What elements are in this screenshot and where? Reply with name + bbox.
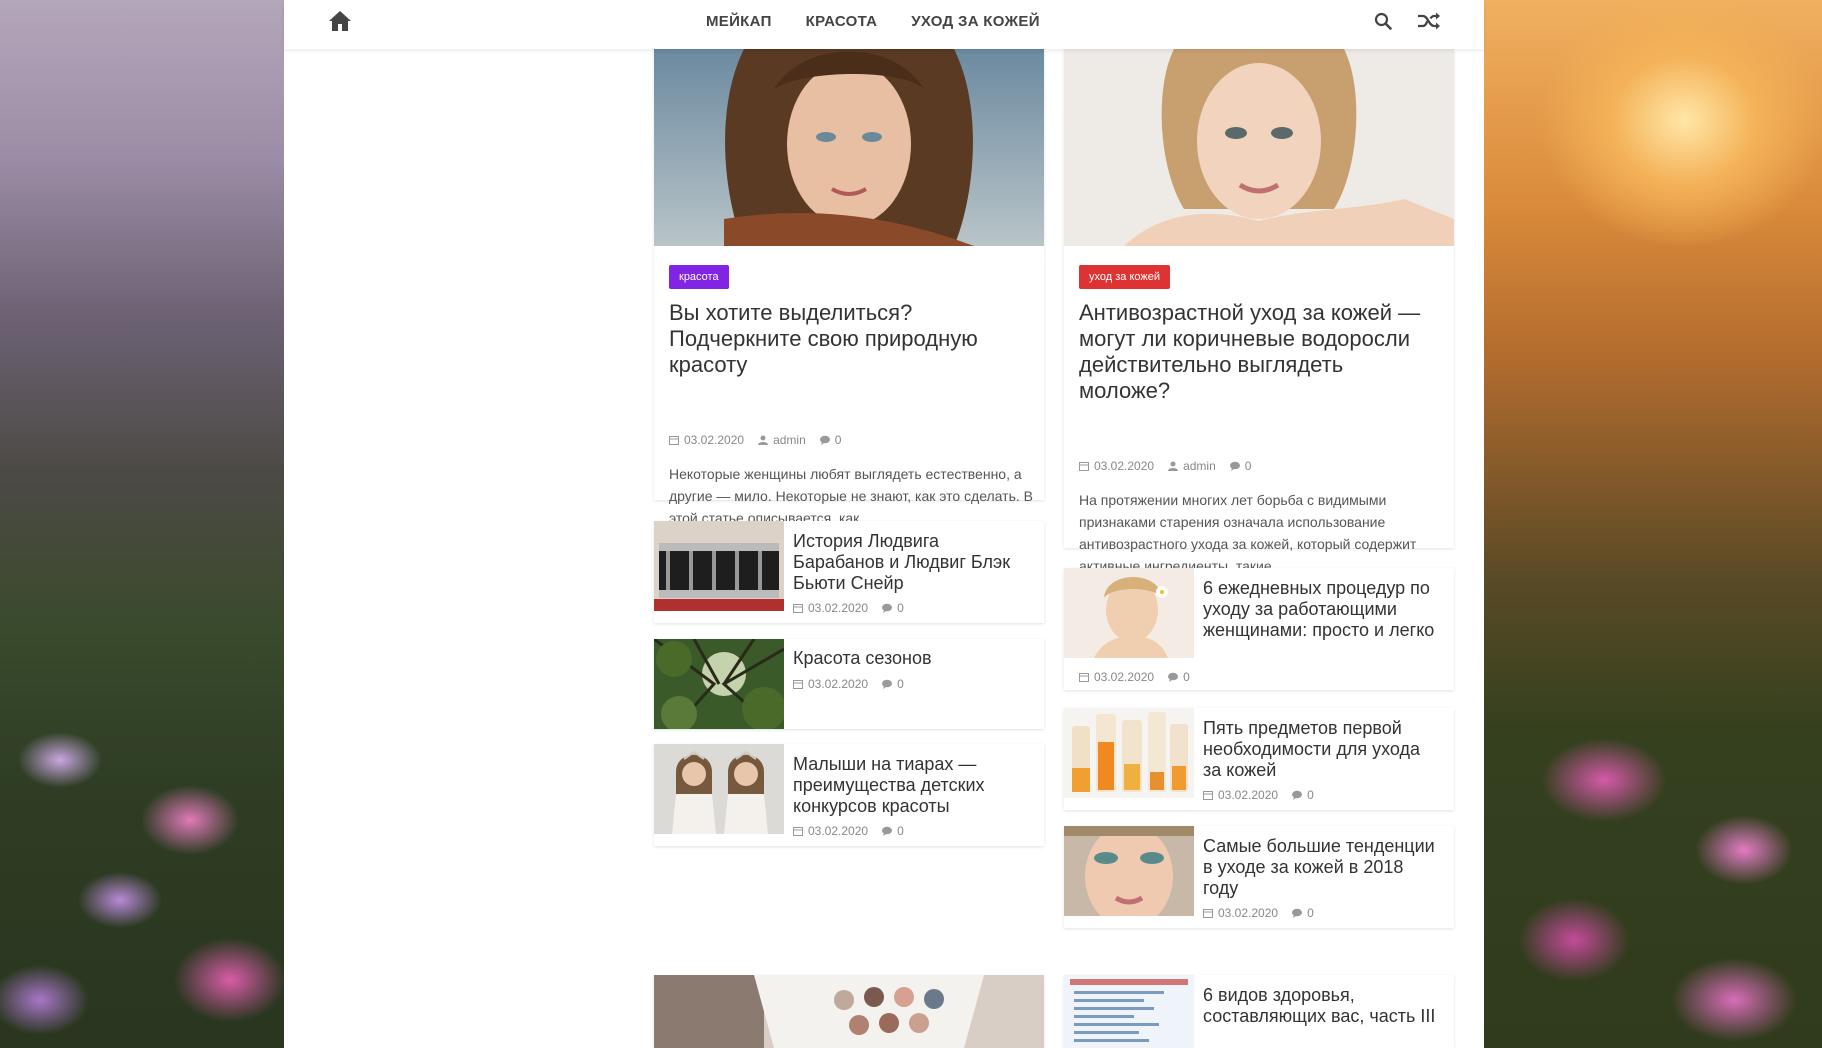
calendar-icon (1079, 462, 1089, 471)
post-author[interactable]: admin (1183, 459, 1216, 473)
post-comments-count[interactable]: 0 (1307, 906, 1314, 920)
post-date[interactable]: 03.02.2020 (808, 601, 868, 615)
post-thumbnail[interactable] (1064, 568, 1194, 658)
featured-post-card: красота Вы хотите выделиться? Подчеркнит… (654, 49, 1044, 526)
featured-post-card (654, 975, 1044, 1048)
post-title[interactable]: Красота сезонов (793, 648, 1033, 669)
featured-post-title[interactable]: Вы хотите выделиться? Подчеркните свою п… (669, 300, 1029, 378)
post-meta: 03.02.2020 0 (793, 601, 904, 615)
comment-icon (1168, 672, 1179, 682)
top-navigation-bar: МЕЙКАП КРАСОТА УХОД ЗА КОЖЕЙ (284, 0, 1484, 49)
calendar-icon (1203, 909, 1213, 918)
featured-post-image[interactable] (1064, 49, 1454, 246)
main-menu: МЕЙКАП КРАСОТА УХОД ЗА КОЖЕЙ (706, 0, 1040, 42)
post-meta: 03.02.2020 0 (793, 824, 904, 838)
post-thumbnail[interactable] (1064, 826, 1194, 916)
post-thumbnail[interactable] (654, 639, 784, 729)
search-icon[interactable] (1374, 12, 1392, 30)
user-icon (1168, 461, 1179, 471)
menu-item-makeup[interactable]: МЕЙКАП (706, 13, 772, 30)
comment-icon (819, 435, 830, 445)
post-date[interactable]: 03.02.2020 (1094, 459, 1154, 473)
calendar-icon (793, 604, 803, 613)
comment-icon (882, 679, 893, 689)
post-title[interactable]: 6 ежедневных процедур по уходу за работа… (1203, 578, 1443, 641)
comment-icon (1292, 908, 1303, 918)
post-meta: 03.02.2020 0 (1203, 788, 1314, 802)
home-icon[interactable] (328, 10, 352, 32)
post-title[interactable]: История Людвига Барабанов и Людвиг Блэк … (793, 531, 1033, 594)
menu-item-beauty[interactable]: КРАСОТА (806, 13, 878, 30)
post-date[interactable]: 03.02.2020 (1094, 670, 1154, 684)
post-title[interactable]: Самые большие тенденции в уходе за кожей… (1203, 836, 1443, 899)
post-comments-count[interactable]: 0 (897, 601, 904, 615)
category-badge-beauty[interactable]: красота (669, 265, 729, 289)
calendar-icon (793, 827, 803, 836)
post-meta: 03.02.2020 0 (1203, 906, 1314, 920)
post-comments-count[interactable]: 0 (897, 824, 904, 838)
post-comments-count[interactable]: 0 (1183, 670, 1190, 684)
calendar-icon (669, 436, 679, 445)
post-title[interactable]: Малыши на тиарах — преимущества детских … (793, 754, 1033, 817)
background-scenery-right (1484, 0, 1822, 1048)
post-meta: 03.02.2020 admin 0 (669, 433, 841, 447)
background-scenery-left (0, 0, 284, 1048)
post-date[interactable]: 03.02.2020 (1218, 906, 1278, 920)
post-comments-count[interactable]: 0 (897, 677, 904, 691)
comment-icon (1292, 790, 1303, 800)
post-title[interactable]: 6 видов здоровья, составляющих вас, част… (1203, 985, 1443, 1027)
post-meta: 03.02.2020 0 (793, 677, 904, 691)
post-comments-count[interactable]: 0 (1307, 788, 1314, 802)
comment-icon (882, 826, 893, 836)
post-comments-count[interactable]: 0 (835, 433, 842, 447)
comment-icon (882, 603, 893, 613)
featured-post-image[interactable] (654, 975, 1044, 1048)
featured-post-image[interactable] (654, 49, 1044, 246)
featured-post-title[interactable]: Антивозрастной уход за кожей — могут ли … (1079, 300, 1439, 404)
post-thumbnail[interactable] (1064, 975, 1194, 1048)
post-date[interactable]: 03.02.2020 (808, 677, 868, 691)
user-icon (758, 435, 769, 445)
post-date[interactable]: 03.02.2020 (1218, 788, 1278, 802)
post-author[interactable]: admin (773, 433, 806, 447)
calendar-icon (793, 680, 803, 689)
post-meta: 03.02.2020 0 (1079, 670, 1190, 684)
post-title[interactable]: Пять предметов первой необходимости для … (1203, 718, 1443, 781)
post-excerpt: На протяжении многих лет борьба с видимы… (1079, 492, 1417, 574)
post-thumbnail[interactable] (654, 521, 784, 611)
comment-icon (1229, 461, 1240, 471)
calendar-icon (1203, 791, 1213, 800)
featured-post-card: уход за кожей Антивозрастной уход за кож… (1064, 49, 1454, 574)
menu-item-skincare[interactable]: УХОД ЗА КОЖЕЙ (911, 13, 1040, 30)
category-badge-skincare[interactable]: уход за кожей (1079, 265, 1170, 289)
shuffle-icon[interactable] (1417, 11, 1441, 31)
calendar-icon (1079, 673, 1089, 682)
post-excerpt: Некоторые женщины любят выглядеть естест… (669, 466, 1033, 526)
post-date[interactable]: 03.02.2020 (808, 824, 868, 838)
post-comments-count[interactable]: 0 (1245, 459, 1252, 473)
post-thumbnail[interactable] (1064, 708, 1194, 798)
post-meta: 03.02.2020 admin 0 (1079, 459, 1251, 473)
post-thumbnail[interactable] (654, 744, 784, 834)
post-date[interactable]: 03.02.2020 (684, 433, 744, 447)
list-item: 6 видов здоровья, составляющих вас, част… (1064, 975, 1454, 1048)
